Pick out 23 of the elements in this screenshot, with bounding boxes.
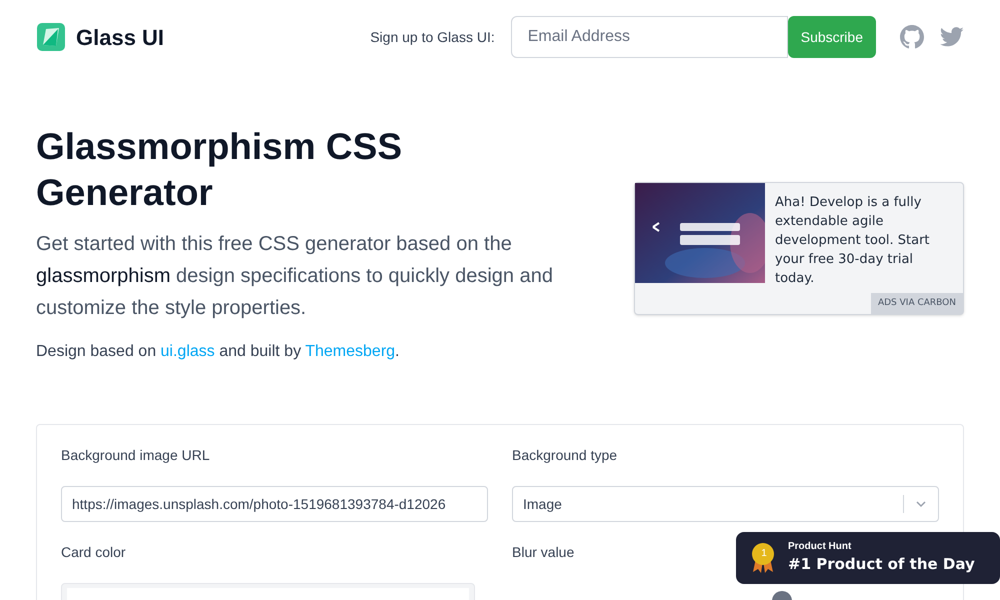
field-label: Background image URL — [61, 446, 210, 465]
url-field[interactable]: https://images.unsplash.com/photo-1519681393784-d12026 — [61, 486, 488, 522]
slider-thumb[interactable] — [772, 591, 792, 600]
badge-title: #1 Product of the Day — [788, 554, 975, 575]
twitter-icon[interactable] — [940, 27, 964, 47]
ad-text[interactable]: Aha! Develop is a fully extendable agile development tool. Start your free 30-day trial today. — [775, 193, 953, 288]
credit-text: Design based on ui.glass and built by Themesberg. — [36, 342, 400, 362]
product-hunt-badge[interactable]: Product Hunt #1 Product of the Day 1 — [736, 532, 1000, 584]
field-label: Blur value — [512, 543, 574, 562]
signup-label: Sign up to Glass UI: — [370, 28, 495, 47]
logo-icon — [36, 22, 66, 52]
hero-description: Get started with this free CSS generator based on the glassmorphism design specifications to quickly design and customize the style properties. — [36, 232, 554, 321]
badge-overline: Product Hunt — [788, 540, 852, 553]
email-field[interactable]: Email Address — [510, 16, 788, 58]
github-icon[interactable] — [900, 25, 924, 49]
field-label: Card color — [61, 543, 126, 562]
page-title: Glassmorphism CSS Generator — [36, 125, 404, 215]
ad-label[interactable]: ADS VIA CARBON — [870, 292, 963, 314]
logo-text[interactable]: Glass UI — [76, 20, 164, 54]
medal-icon — [750, 542, 776, 574]
field-label: Background type — [512, 446, 618, 465]
rank-number: 1 — [760, 547, 768, 561]
type-select[interactable]: Image — [512, 486, 939, 522]
